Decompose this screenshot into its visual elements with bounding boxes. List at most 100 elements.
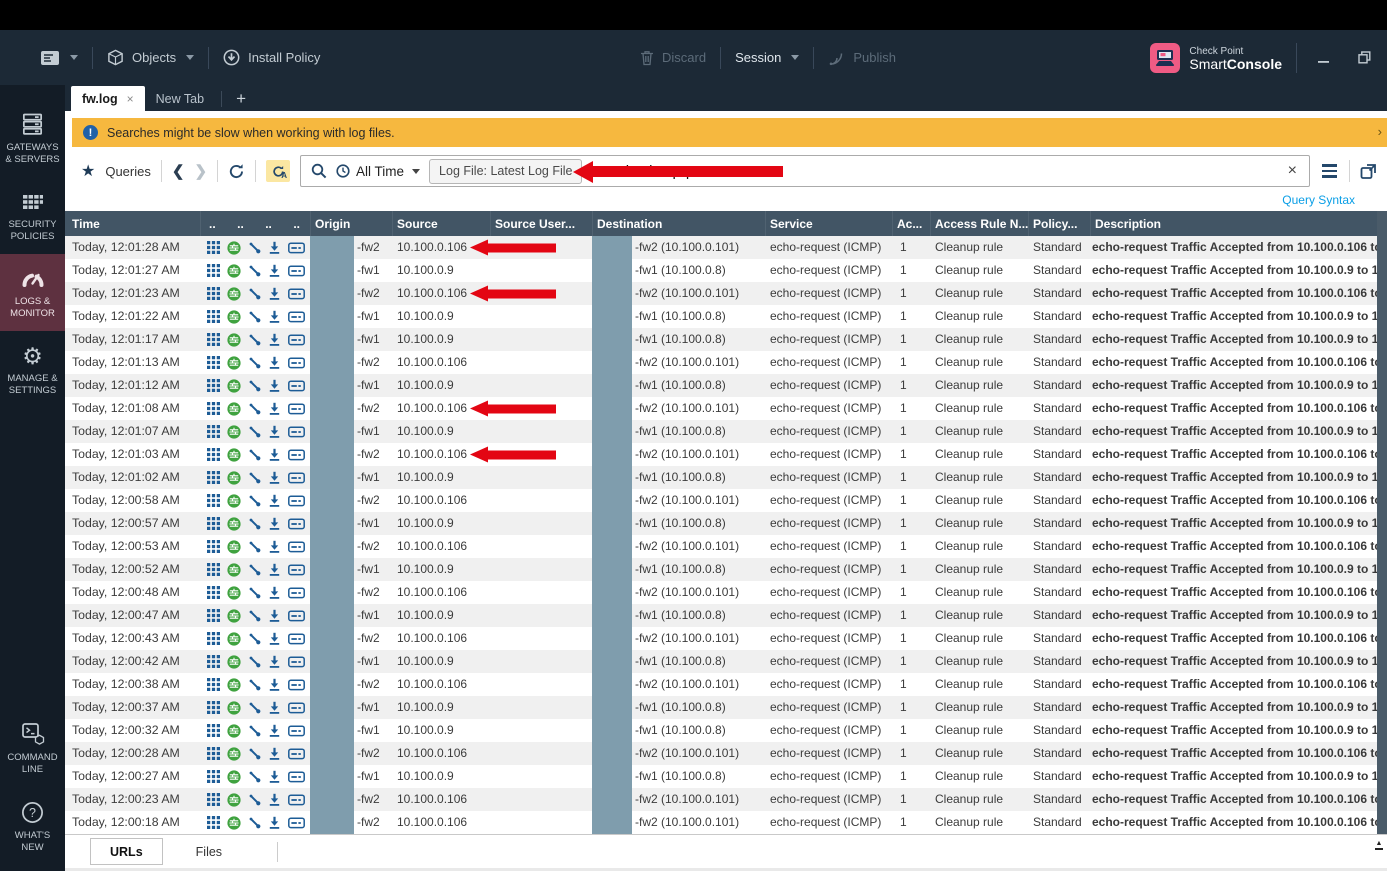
log-row[interactable]: Today, 12:01:12 AM-fw110.100.0.9-fw1 (10… bbox=[65, 374, 1377, 397]
column-header-access-rule[interactable]: Access Rule N... bbox=[930, 211, 1028, 236]
log-row[interactable]: Today, 12:00:43 AM-fw210.100.0.106-fw2 (… bbox=[65, 627, 1377, 650]
key-icon bbox=[248, 287, 261, 300]
tab-urls[interactable]: URLs bbox=[90, 838, 163, 865]
log-row[interactable]: Today, 12:00:42 AM-fw110.100.0.9-fw1 (10… bbox=[65, 650, 1377, 673]
log-row[interactable]: Today, 12:01:02 AM-fw110.100.0.9-fw1 (10… bbox=[65, 466, 1377, 489]
column-header-time[interactable]: Time bbox=[65, 211, 200, 236]
log-row[interactable]: Today, 12:00:32 AM-fw110.100.0.9-fw1 (10… bbox=[65, 719, 1377, 742]
app-menu-button[interactable] bbox=[40, 50, 78, 66]
warning-expand-chevron[interactable]: › bbox=[1378, 124, 1382, 139]
log-row[interactable]: Today, 12:01:03 AM-fw210.100.0.106-fw2 (… bbox=[65, 443, 1377, 466]
log-row[interactable]: Today, 12:01:08 AM-fw210.100.0.106-fw2 (… bbox=[65, 397, 1377, 420]
card-icon bbox=[288, 817, 305, 829]
log-file-filter-chip[interactable]: Log File: Latest Log File bbox=[429, 159, 582, 184]
redaction-block bbox=[592, 512, 632, 535]
auto-refresh-toggle[interactable]: A bbox=[266, 160, 290, 182]
tab-fwlog[interactable]: fw.log × bbox=[71, 86, 145, 111]
query-menu-icon[interactable] bbox=[1320, 164, 1339, 177]
clear-query-button[interactable]: × bbox=[1284, 162, 1301, 180]
log-access-rule-name: Cleanup rule bbox=[930, 719, 1028, 742]
log-row[interactable]: Today, 12:00:28 AM-fw210.100.0.106-fw2 (… bbox=[65, 742, 1377, 765]
log-row[interactable]: Today, 12:00:37 AM-fw110.100.0.9-fw1 (10… bbox=[65, 696, 1377, 719]
sidebar-item-whats-new[interactable]: ? WHAT'SNEW bbox=[0, 787, 65, 871]
download-icon bbox=[268, 540, 281, 553]
minimize-button[interactable] bbox=[1311, 46, 1337, 70]
download-icon bbox=[268, 816, 281, 829]
log-row[interactable]: Today, 12:00:58 AM-fw210.100.0.106-fw2 (… bbox=[65, 489, 1377, 512]
queries-label[interactable]: Queries bbox=[105, 164, 151, 179]
log-policy: Standard bbox=[1028, 236, 1090, 259]
firewall-icon bbox=[227, 471, 241, 485]
sidebar-item-manage-settings[interactable]: ⚙ MANAGE &SETTINGS bbox=[0, 331, 65, 408]
log-policy: Standard bbox=[1028, 742, 1090, 765]
log-row[interactable]: Today, 12:00:18 AM-fw210.100.0.106-fw2 (… bbox=[65, 811, 1377, 834]
sidebar-item-logs-monitor[interactable]: LOGS &MONITOR bbox=[0, 254, 65, 331]
tab-new[interactable]: New Tab bbox=[145, 86, 215, 111]
refresh-icon[interactable] bbox=[228, 163, 245, 180]
log-row[interactable]: Today, 12:01:13 AM-fw210.100.0.106-fw2 (… bbox=[65, 351, 1377, 374]
time-range-dropdown[interactable]: All Time bbox=[336, 164, 420, 179]
collapse-panel-icon[interactable]: ▲ bbox=[1375, 840, 1383, 850]
redaction-block bbox=[310, 604, 354, 627]
install-policy-button[interactable]: Install Policy bbox=[223, 49, 320, 66]
grid-icon bbox=[207, 701, 220, 714]
log-row[interactable]: Today, 12:00:53 AM-fw210.100.0.106-fw2 (… bbox=[65, 535, 1377, 558]
objects-menu-button[interactable]: Objects bbox=[107, 49, 194, 66]
column-header-source[interactable]: Source bbox=[392, 211, 490, 236]
search-query-input[interactable]: All Time Log File: Latest Log File servi… bbox=[300, 155, 1310, 187]
log-policy: Standard bbox=[1028, 397, 1090, 420]
log-row[interactable]: Today, 12:00:57 AM-fw110.100.0.9-fw1 (10… bbox=[65, 512, 1377, 535]
firewall-icon bbox=[227, 402, 241, 416]
log-row[interactable]: Today, 12:01:27 AM-fw110.100.0.9-fw1 (10… bbox=[65, 259, 1377, 282]
column-header-icons[interactable]: ........ bbox=[200, 211, 310, 236]
key-icon bbox=[248, 724, 261, 737]
column-header-service[interactable]: Service bbox=[765, 211, 892, 236]
annotation-arrow bbox=[488, 243, 556, 252]
install-policy-icon bbox=[223, 49, 240, 66]
log-row[interactable]: Today, 12:01:07 AM-fw110.100.0.9-fw1 (10… bbox=[65, 420, 1377, 443]
column-header-origin[interactable]: Origin bbox=[310, 211, 392, 236]
back-button[interactable]: ❮ bbox=[172, 162, 185, 180]
column-header-policy[interactable]: Policy... bbox=[1028, 211, 1090, 236]
log-row[interactable]: Today, 12:00:27 AM-fw110.100.0.9-fw1 (10… bbox=[65, 765, 1377, 788]
session-menu-button[interactable]: Session bbox=[735, 50, 799, 65]
tab-files[interactable]: Files bbox=[177, 839, 241, 864]
redaction-block bbox=[310, 535, 354, 558]
add-tab-button[interactable]: + bbox=[228, 90, 254, 111]
restore-button[interactable] bbox=[1351, 46, 1377, 70]
log-source: 10.100.0.9 bbox=[392, 420, 490, 443]
log-row[interactable]: Today, 12:01:17 AM-fw110.100.0.9-fw1 (10… bbox=[65, 328, 1377, 351]
download-icon bbox=[268, 724, 281, 737]
close-tab-icon[interactable]: × bbox=[127, 92, 134, 106]
log-description: echo-request Traffic Accepted from 10.10… bbox=[1090, 650, 1377, 673]
sidebar-item-command-line[interactable]: COMMANDLINE bbox=[0, 708, 65, 787]
log-destination: -fw1 (10.100.0.8) bbox=[592, 719, 765, 742]
sidebar-item-gateways-servers[interactable]: GATEWAYS& SERVERS bbox=[0, 99, 65, 177]
column-header-source-user[interactable]: Source User... bbox=[490, 211, 592, 236]
open-new-window-icon[interactable] bbox=[1360, 163, 1377, 180]
log-source: 10.100.0.9 bbox=[392, 259, 490, 282]
log-row[interactable]: Today, 12:00:48 AM-fw210.100.0.106-fw2 (… bbox=[65, 581, 1377, 604]
sidebar-item-security-policies[interactable]: SECURITYPOLICIES bbox=[0, 177, 65, 254]
log-row[interactable]: Today, 12:00:47 AM-fw110.100.0.9-fw1 (10… bbox=[65, 604, 1377, 627]
log-row[interactable]: Today, 12:01:23 AM-fw210.100.0.106-fw2 (… bbox=[65, 282, 1377, 305]
log-row[interactable]: Today, 12:00:38 AM-fw210.100.0.106-fw2 (… bbox=[65, 673, 1377, 696]
download-icon bbox=[268, 241, 281, 254]
log-row[interactable]: Today, 12:01:22 AM-fw110.100.0.9-fw1 (10… bbox=[65, 305, 1377, 328]
firewall-icon bbox=[227, 747, 241, 761]
log-access-rule-number: 1 bbox=[892, 305, 930, 328]
log-row[interactable]: Today, 12:00:52 AM-fw110.100.0.9-fw1 (10… bbox=[65, 558, 1377, 581]
star-icon[interactable]: ★ bbox=[81, 161, 95, 181]
discard-button[interactable]: Discard bbox=[640, 50, 706, 66]
publish-button[interactable]: Publish bbox=[828, 50, 896, 66]
vertical-scrollbar[interactable] bbox=[1377, 211, 1387, 834]
log-row[interactable]: Today, 12:00:23 AM-fw210.100.0.106-fw2 (… bbox=[65, 788, 1377, 811]
forward-button[interactable]: ❯ bbox=[194, 162, 207, 180]
query-syntax-link[interactable]: Query Syntax bbox=[1282, 193, 1355, 207]
log-description: echo-request Traffic Accepted from 10.10… bbox=[1090, 420, 1377, 443]
log-row[interactable]: Today, 12:01:28 AM-fw210.100.0.106-fw2 (… bbox=[65, 236, 1377, 259]
column-header-description[interactable]: Description bbox=[1090, 211, 1377, 236]
column-header-action[interactable]: Ac... bbox=[892, 211, 930, 236]
grid-icon bbox=[207, 333, 220, 346]
column-header-destination[interactable]: Destination bbox=[592, 211, 765, 236]
